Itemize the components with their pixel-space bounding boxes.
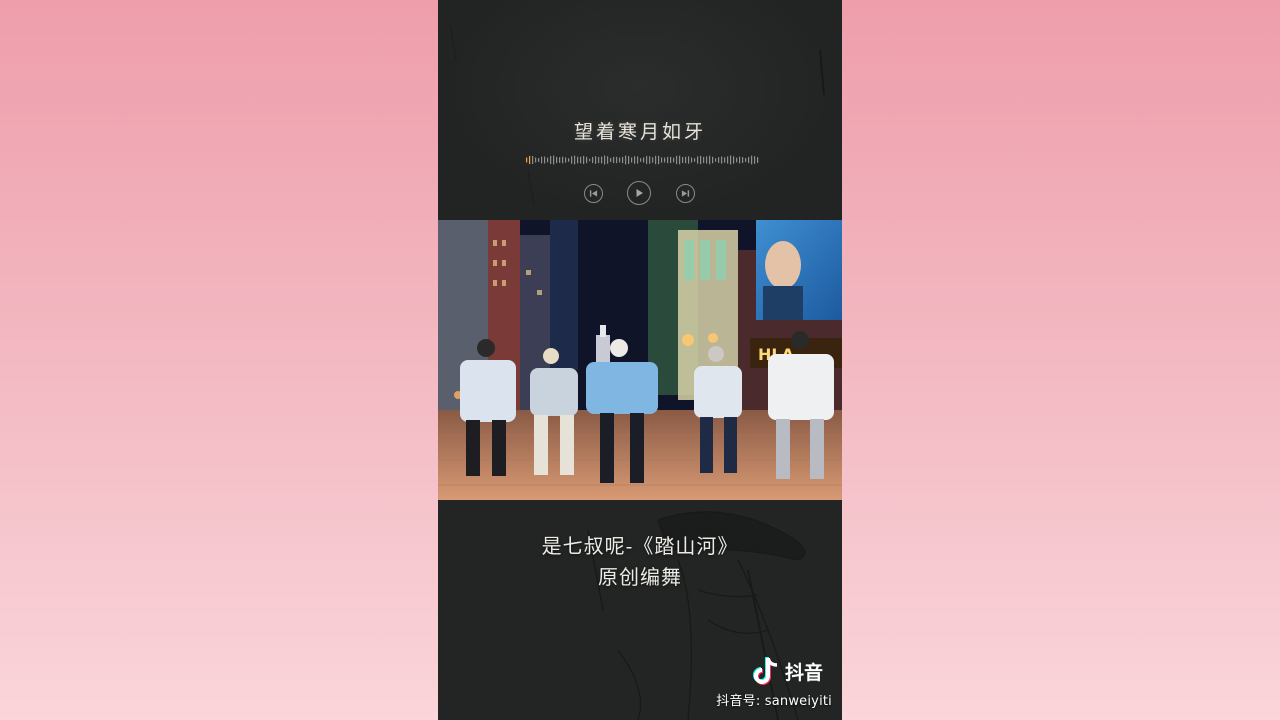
waveform-bar	[706, 156, 708, 164]
waveform-bar	[709, 155, 711, 165]
waveform-bar	[730, 155, 732, 165]
waveform-bar	[655, 155, 657, 165]
player-controls	[438, 181, 842, 207]
waveform-bar	[589, 158, 591, 162]
waveform-bar	[739, 156, 741, 164]
play-button[interactable]	[627, 181, 651, 205]
waveform-bar	[724, 157, 726, 163]
waveform-bar	[559, 157, 561, 163]
waveform-bar	[529, 156, 531, 164]
waveform-bar	[574, 155, 576, 165]
waveform-bar	[727, 156, 729, 164]
waveform-bar	[685, 156, 687, 164]
waveform-bar	[577, 156, 579, 164]
waveform-bar	[688, 156, 690, 164]
waveform-bar	[679, 155, 681, 165]
waveform-bar	[682, 156, 684, 164]
waveform-bar	[712, 156, 714, 164]
waveform-bar	[553, 155, 555, 165]
waveform-bar	[628, 156, 630, 164]
skip-next-icon	[681, 190, 690, 197]
waveform-bar	[538, 157, 540, 163]
waveform-bar	[625, 155, 627, 165]
video-frame: 望着寒月如牙 抖音 抖音号: sanweiyiti	[438, 0, 842, 720]
waveform-bar	[754, 156, 756, 164]
account-id: 抖音号: sanweiyiti	[716, 694, 832, 709]
waveform-bar	[613, 156, 615, 164]
street-dance-scene: HLA	[438, 220, 842, 500]
waveform-bar	[592, 156, 594, 164]
waveform-bar	[616, 156, 618, 164]
waveform-bar	[664, 157, 666, 163]
waveform-bar	[571, 156, 573, 164]
audio-waveform	[526, 155, 759, 165]
waveform-bar	[619, 157, 621, 163]
dance-video[interactable]: HLA	[438, 220, 842, 500]
caption-title: 是七叔呢-《踏山河》	[541, 534, 739, 558]
waveform-bar	[736, 157, 738, 163]
waveform-bar	[556, 156, 558, 164]
waveform-bar	[718, 157, 720, 163]
music-player-panel: 望着寒月如牙	[438, 0, 842, 220]
waveform-bar	[721, 156, 723, 164]
waveform-bar	[526, 157, 528, 163]
waveform-bar	[544, 156, 546, 164]
waveform-bar	[649, 156, 651, 164]
waveform-bar	[733, 156, 735, 164]
waveform-bar	[745, 158, 747, 162]
waveform-bar	[610, 157, 612, 163]
waveform-bar	[583, 155, 585, 165]
waveform-bar	[652, 157, 654, 163]
douyin-logo-text: 抖音	[785, 661, 824, 684]
waveform-bar	[601, 156, 603, 164]
waveform-bar	[604, 155, 606, 165]
waveform-bar	[550, 155, 552, 165]
waveform-bar	[658, 155, 660, 165]
waveform-bar	[742, 157, 744, 163]
waveform-bar	[751, 155, 753, 165]
waveform-bar	[607, 156, 609, 164]
lyric-line: 望着寒月如牙	[573, 121, 706, 143]
waveform-bar	[547, 157, 549, 163]
waveform-bar	[622, 156, 624, 164]
waveform-bar	[532, 155, 534, 165]
waveform-bar	[748, 156, 750, 164]
play-icon	[636, 189, 643, 197]
tiktok-note-icon	[753, 657, 778, 685]
waveform-bar	[565, 157, 567, 163]
waveform-bar	[691, 157, 693, 163]
waveform-bar	[595, 156, 597, 164]
waveform-bar	[697, 156, 699, 164]
waveform-bar	[598, 156, 600, 164]
waveform-bar	[580, 156, 582, 164]
waveform-bar	[661, 157, 663, 163]
waveform-bar	[568, 158, 570, 162]
waveform-bar	[634, 156, 636, 164]
waveform-bar	[700, 155, 702, 165]
next-button[interactable]	[676, 184, 695, 203]
skip-previous-icon	[589, 190, 598, 197]
waveform-bar	[646, 156, 648, 164]
waveform-bar	[757, 157, 759, 163]
waveform-bar	[694, 158, 696, 162]
waveform-bar	[631, 157, 633, 163]
waveform-bar	[640, 158, 642, 162]
waveform-bar	[637, 156, 639, 164]
douyin-logo: 抖音	[751, 654, 823, 688]
waveform-bar	[541, 156, 543, 164]
waveform-bar	[667, 156, 669, 164]
waveform-bar	[643, 157, 645, 163]
caption-subtitle: 原创编舞	[598, 565, 682, 589]
waveform-bar	[562, 156, 564, 164]
waveform-bar	[703, 156, 705, 164]
waveform-bar	[586, 156, 588, 164]
previous-button[interactable]	[584, 184, 603, 203]
waveform-bar	[670, 156, 672, 164]
waveform-bar	[676, 155, 678, 165]
waveform-bar	[535, 157, 537, 163]
waveform-bar	[673, 157, 675, 163]
waveform-bar	[715, 158, 717, 162]
